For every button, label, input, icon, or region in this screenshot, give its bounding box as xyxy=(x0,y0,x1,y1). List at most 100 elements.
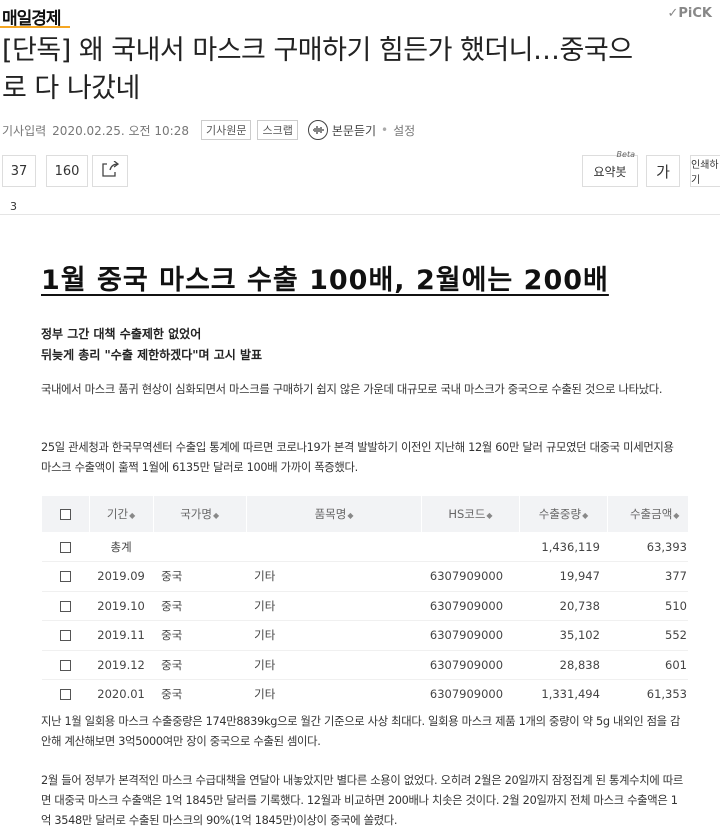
cell-period: 2019.11 xyxy=(89,620,154,651)
cell-weight: 1,436,119 xyxy=(519,532,608,562)
select-all-cell xyxy=(41,496,90,532)
lead-line-1: 정부 그간 대책 수출제한 없었어 xyxy=(41,327,202,341)
cell-item: 기타 xyxy=(246,679,422,708)
row-checkbox[interactable] xyxy=(59,630,71,642)
cell-period: 2019.12 xyxy=(89,650,154,680)
cell-period: 2019.10 xyxy=(89,591,154,621)
cell-hs-code xyxy=(421,532,520,562)
cell-hs-code: 6307909000 xyxy=(421,591,520,621)
share-icon xyxy=(101,160,120,181)
table-row: 총계 1,436,119 63,393 xyxy=(41,532,688,562)
cell-item: 기타 xyxy=(246,591,422,621)
cell-hs-code: 6307909000 xyxy=(421,561,520,592)
scrap-button[interactable]: 스크랩 xyxy=(257,120,298,140)
cell-country: 중국 xyxy=(153,561,247,592)
meta-separator: • xyxy=(381,123,389,137)
body-paragraph-3: 지난 1월 일회용 마스크 수출중량은 174만8839kg으로 월간 기준으로… xyxy=(41,715,681,748)
listen-label: 본문듣기 xyxy=(331,123,377,138)
cell-weight: 20,738 xyxy=(519,591,608,621)
published-label: 기사입력 xyxy=(2,123,47,138)
row-checkbox[interactable] xyxy=(59,600,71,612)
table-row: 2019.09 중국 기타 6307909000 19,947 377 xyxy=(41,561,688,592)
settings-link[interactable]: 설정 xyxy=(393,122,415,139)
body-paragraph-1: 국내에서 마스크 품귀 현상이 심화되면서 마스크를 구매하기 쉽지 않은 가운… xyxy=(41,383,663,396)
pick-badge: ✓PiCK xyxy=(667,6,713,21)
export-data-table: 기간◆ 국가명◆ 품목명◆ HS코드◆ 수출중량◆ 수출금액◆ 총계 1,436… xyxy=(41,496,688,708)
cell-hs-code: 6307909000 xyxy=(421,650,520,680)
top-bar: 매일경제 ✓PiCK xyxy=(0,0,720,30)
cell-weight: 19,947 xyxy=(519,561,608,592)
listen-button[interactable]: 본문듣기 xyxy=(307,120,377,140)
sort-icon: ◆ xyxy=(486,511,493,520)
divider xyxy=(0,214,720,215)
sort-icon: ◆ xyxy=(673,511,680,520)
table-row: 2019.10 중국 기타 6307909000 20,738 510 xyxy=(41,591,688,621)
page-number: 3 xyxy=(10,200,17,213)
beta-badge: Beta xyxy=(616,150,635,159)
cell-amount: 601 xyxy=(607,650,688,680)
sort-icon: ◆ xyxy=(129,511,136,520)
cell-country: 중국 xyxy=(153,591,247,621)
article-title-line-2: 로 다 나갔네 xyxy=(2,73,140,104)
column-header-hs-code[interactable]: HS코드◆ xyxy=(421,496,520,532)
sort-icon: ◆ xyxy=(212,511,220,520)
cell-period: 2019.09 xyxy=(89,561,154,592)
audio-wave-icon xyxy=(307,120,328,140)
cell-country: 중국 xyxy=(153,620,247,651)
cell-hs-code: 6307909000 xyxy=(421,620,520,651)
cell-period: 2020.01 xyxy=(89,679,154,708)
table-header-row: 기간◆ 국가명◆ 품목명◆ HS코드◆ 수출중량◆ 수출금액◆ xyxy=(41,496,688,532)
cell-item: 기타 xyxy=(246,650,422,680)
column-header-period[interactable]: 기간◆ xyxy=(88,496,154,532)
article-title-line-1: [단독] 왜 국내서 마스크 구매하기 힘든가 했더니…중국으 xyxy=(2,35,633,66)
sort-icon: ◆ xyxy=(347,511,354,520)
article-actions: 37 160 요약봇 Beta 가 인쇄하기 xyxy=(0,150,720,189)
sort-icon: ◆ xyxy=(582,511,589,520)
row-checkbox[interactable] xyxy=(59,541,71,553)
row-checkbox[interactable] xyxy=(59,571,71,583)
row-checkbox[interactable] xyxy=(59,659,71,671)
cell-item: 기타 xyxy=(246,561,422,592)
column-header-amount[interactable]: 수출금액◆ xyxy=(607,496,688,532)
body-paragraph-2: 25일 관세청과 한국무역센터 수출입 통계에 따르면 코로나19가 본격 발발… xyxy=(41,441,674,474)
article-meta: 기사입력 2020.02.25. 오전 10:28 기사원문 스크랩 본문듣기 … xyxy=(2,120,415,140)
cell-amount: 377 xyxy=(607,561,688,592)
cell-item xyxy=(246,532,422,562)
article-lead: 정부 그간 대책 수출제한 없었어 뒤늦게 총리 "수출 제한하겠다"며 고시 … xyxy=(41,324,262,366)
table-row: 2020.01 중국 기타 6307909000 1,331,494 61,35… xyxy=(41,679,688,708)
select-all-checkbox[interactable] xyxy=(59,509,71,520)
article-title: [단독] 왜 국내서 마스크 구매하기 힘든가 했더니…중국으 로 다 나갔네 xyxy=(2,32,718,108)
cell-amount: 61,353 xyxy=(607,679,688,708)
body-paragraph-4: 2월 들어 정부가 본격적인 마스크 수급대책을 연달아 내놓았지만 별다른 소… xyxy=(41,774,683,827)
cell-amount: 552 xyxy=(607,620,688,651)
original-article-button[interactable]: 기사원문 xyxy=(201,120,252,140)
cell-period: 총계 xyxy=(89,532,154,562)
share-button[interactable] xyxy=(92,155,128,187)
comment-button[interactable]: 160 xyxy=(46,155,88,187)
column-header-item[interactable]: 품목명◆ xyxy=(245,496,422,532)
cell-country: 중국 xyxy=(153,679,247,708)
table-row: 2019.11 중국 기타 6307909000 35,102 552 xyxy=(41,620,688,651)
lead-line-2: 뒤늦게 총리 "수출 제한하겠다"며 고시 발표 xyxy=(41,348,263,362)
print-button[interactable]: 인쇄하기 xyxy=(690,155,720,187)
table-row: 2019.12 중국 기타 6307909000 28,838 601 xyxy=(41,650,688,680)
cell-weight: 35,102 xyxy=(519,620,608,651)
column-header-country[interactable]: 국가명◆ xyxy=(152,496,247,532)
cell-weight: 1,331,494 xyxy=(519,679,608,708)
row-checkbox[interactable] xyxy=(59,689,71,701)
brand-underline xyxy=(0,26,70,28)
cell-country: 중국 xyxy=(153,650,247,680)
font-size-button[interactable]: 가 xyxy=(646,155,680,187)
summary-bot-label: 요약봇 xyxy=(593,164,627,179)
cell-weight: 28,838 xyxy=(519,650,608,680)
column-header-weight[interactable]: 수출중량◆ xyxy=(518,496,608,532)
like-button[interactable]: 37 xyxy=(2,155,36,187)
cell-amount: 510 xyxy=(607,591,688,621)
cell-country xyxy=(153,532,247,562)
published-date: 2020.02.25. 오전 10:28 xyxy=(52,123,189,138)
article-subheading: 1월 중국 마스크 수출 100배, 2월에는 200배 xyxy=(41,265,609,296)
cell-amount: 63,393 xyxy=(607,532,688,562)
cell-hs-code: 6307909000 xyxy=(421,679,520,708)
cell-item: 기타 xyxy=(246,620,422,651)
summary-bot-button[interactable]: 요약봇 Beta xyxy=(582,150,638,187)
